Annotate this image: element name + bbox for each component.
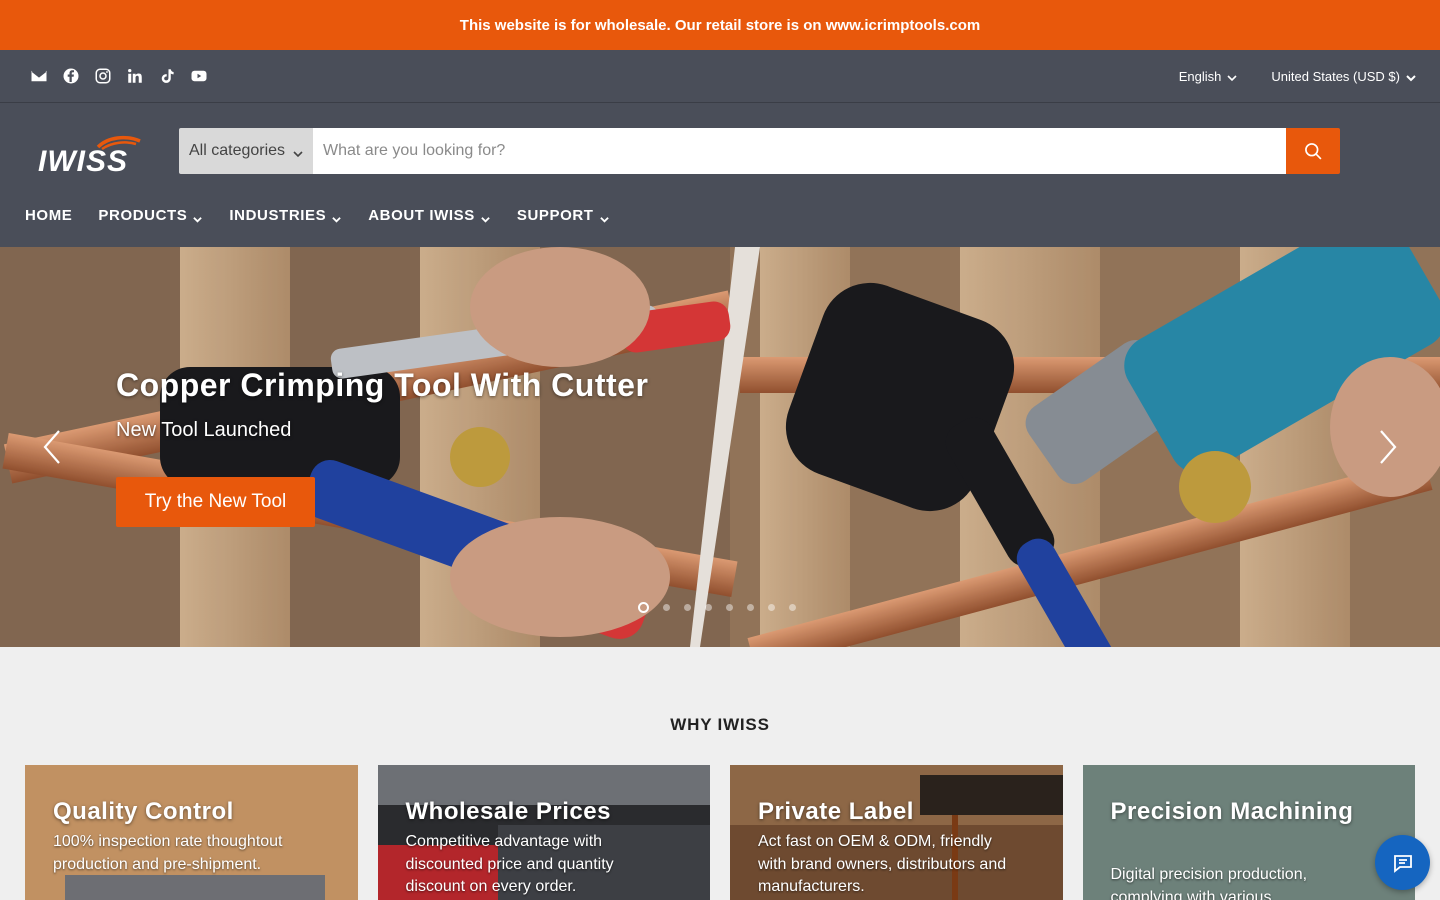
nav-item-products[interactable]: PRODUCTS xyxy=(98,207,203,224)
facebook-icon[interactable] xyxy=(62,67,80,85)
card-title: Precision Machining xyxy=(1110,798,1354,825)
carousel-dot-5[interactable] xyxy=(726,604,733,611)
currency-selector[interactable]: United States (USD $) xyxy=(1271,69,1416,84)
category-select[interactable]: All categories xyxy=(179,128,313,174)
carousel-dot-7[interactable] xyxy=(768,604,775,611)
nav-label: INDUSTRIES xyxy=(229,207,327,224)
chevron-down-icon xyxy=(293,146,303,158)
tiktok-icon[interactable] xyxy=(158,67,176,85)
card-title: Quality Control xyxy=(53,798,234,825)
nav-item-industries[interactable]: INDUSTRIES xyxy=(229,207,342,224)
hero-subtitle: New Tool Launched xyxy=(116,419,292,441)
carousel-dot-3[interactable] xyxy=(684,604,691,611)
youtube-icon[interactable] xyxy=(190,67,208,85)
nav-label: HOME xyxy=(25,207,73,224)
section-heading: WHY IWISS xyxy=(670,715,770,734)
chevron-down-icon xyxy=(1227,71,1237,82)
card-text: Competitive advantage with discounted pr… xyxy=(405,833,614,895)
carousel-prev-button[interactable] xyxy=(37,427,67,467)
language-label: English xyxy=(1178,68,1222,84)
search-icon xyxy=(1305,143,1322,160)
carousel-dot-8[interactable] xyxy=(789,604,796,611)
feature-card-quality[interactable]: Quality Control 100% inspection rate tho… xyxy=(25,765,358,900)
carousel-dots xyxy=(638,602,796,613)
locale-selectors: English United States (USD $) xyxy=(1179,69,1416,84)
announcement-bar: This website is for wholesale. Our retai… xyxy=(0,0,1440,50)
search-input[interactable] xyxy=(313,128,1286,174)
hero-image xyxy=(0,247,1440,647)
svg-text:IWISS: IWISS xyxy=(38,145,128,175)
chevron-down-icon xyxy=(1406,71,1416,82)
chevron-left-icon xyxy=(43,430,60,464)
search-button[interactable] xyxy=(1286,128,1340,174)
card-title: Private Label xyxy=(758,798,914,825)
feature-card-precision[interactable]: Precision Machining Digital precision pr… xyxy=(1082,765,1416,900)
chat-button[interactable] xyxy=(1375,835,1430,890)
carousel-dot-4[interactable] xyxy=(705,604,712,611)
main-nav: HOME PRODUCTS INDUSTRIES ABOUT IWISS SUP… xyxy=(25,207,610,224)
language-selector[interactable]: English xyxy=(1179,69,1238,84)
card-text: Act fast on OEM & ODM, friendly with bra… xyxy=(758,833,1007,895)
chevron-down-icon xyxy=(481,211,491,223)
card-text: Digital precision production, complying … xyxy=(1110,866,1308,900)
announcement-text: This website is for wholesale. Our retai… xyxy=(459,16,981,34)
nav-item-home[interactable]: HOME xyxy=(25,207,72,224)
chat-icon xyxy=(1393,854,1412,873)
nav-label: ABOUT IWISS xyxy=(368,207,475,224)
iwiss-logo[interactable]: IWISS xyxy=(36,135,144,178)
hero-carousel: Copper Crimping Tool With Cutter New Too… xyxy=(0,247,1440,647)
category-label: All categories xyxy=(189,142,286,159)
currency-label: United States (USD $) xyxy=(1271,68,1400,84)
feature-card-wholesale[interactable]: Wholesale Prices Competitive advantage w… xyxy=(377,765,711,900)
card-text: 100% inspection rate thoughtout producti… xyxy=(53,833,283,873)
search-bar: All categories xyxy=(179,128,1340,174)
utility-bar: English United States (USD $) xyxy=(0,50,1440,103)
feature-cards: Quality Control 100% inspection rate tho… xyxy=(0,765,1440,900)
instagram-icon[interactable] xyxy=(94,67,112,85)
email-icon[interactable] xyxy=(30,67,48,85)
nav-label: PRODUCTS xyxy=(98,207,188,224)
hero-title: Copper Crimping Tool With Cutter xyxy=(116,367,649,403)
carousel-next-button[interactable] xyxy=(1373,427,1403,467)
social-links xyxy=(30,67,208,85)
nav-item-about[interactable]: ABOUT IWISS xyxy=(368,207,491,224)
feature-card-private-label[interactable]: Private Label Act fast on OEM & ODM, fri… xyxy=(730,765,1063,900)
chevron-down-icon xyxy=(193,211,203,223)
linkedin-icon[interactable] xyxy=(126,67,144,85)
why-section: WHY IWISS Quality Control 100% inspectio… xyxy=(0,647,1440,900)
card-title: Wholesale Prices xyxy=(405,798,611,825)
carousel-dot-2[interactable] xyxy=(663,604,670,611)
chevron-right-icon xyxy=(1380,430,1397,464)
nav-label: SUPPORT xyxy=(516,207,594,224)
chevron-down-icon xyxy=(599,211,610,223)
chevron-down-icon xyxy=(332,211,342,223)
hero-cta-button[interactable]: Try the New Tool xyxy=(116,477,315,527)
carousel-dot-1[interactable] xyxy=(638,602,649,613)
main-header: IWISS All categories HOME PRODUCTS INDUS… xyxy=(0,103,1440,247)
nav-item-support[interactable]: SUPPORT xyxy=(517,207,610,224)
carousel-dot-6[interactable] xyxy=(747,604,754,611)
